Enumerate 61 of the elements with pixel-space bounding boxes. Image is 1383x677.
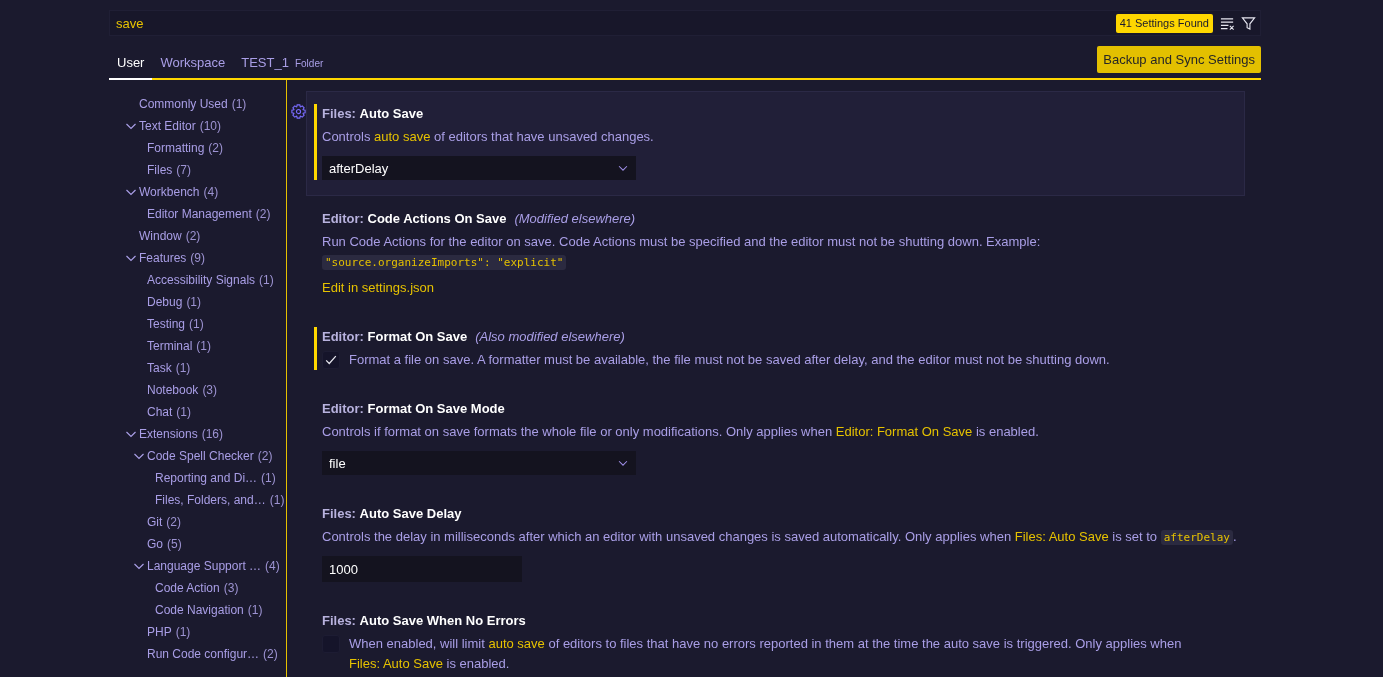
toc-item[interactable]: Window (2): [109, 225, 286, 247]
setting-title: Editor: Format On Save Mode: [322, 400, 505, 418]
toc-item[interactable]: Formatting (2): [109, 137, 286, 159]
setting-title: Editor: Code Actions On Save: [322, 210, 507, 228]
tab[interactable]: User: [109, 46, 153, 80]
text-field[interactable]: 1000: [322, 556, 522, 582]
toc-item[interactable]: Run Code configur… (2): [109, 643, 286, 665]
dropdown[interactable]: file: [322, 451, 636, 475]
code-snippet: "source.organizeImports": "explicit": [322, 255, 567, 270]
toc-item[interactable]: Task (1): [109, 357, 286, 379]
toc-item[interactable]: Reporting and Di… (1): [109, 467, 286, 489]
setting-title: Editor: Format On Save: [322, 328, 468, 346]
toc-item[interactable]: Files (7): [109, 159, 286, 181]
result-count-badge: 41 Settings Found: [1115, 14, 1213, 33]
setting-description: Controls if format on save formats the whole file or only modifications. Only applies when Editor: Format On Save is enabled.: [322, 423, 1040, 441]
toc-item[interactable]: Terminal (1): [109, 335, 286, 357]
setting-description: Controls the delay in milliseconds after which an editor with unsaved changes is saved automatically. Only applies when Files: Auto Save is set to afterDelay .: [322, 528, 1238, 547]
toc-item[interactable]: Features (9): [109, 247, 286, 269]
toc-item[interactable]: Git (2): [109, 511, 286, 533]
toc-item[interactable]: Code Action (3): [109, 577, 286, 599]
setting-link[interactable]: auto save: [488, 636, 545, 651]
setting-link[interactable]: Files: Auto Save: [349, 656, 443, 671]
setting-description: Run Code Actions for the editor on save. Code Actions must be specified and the editor must not be shutting down. Example: "source.organizeImports": "explicit": [322, 233, 1042, 272]
toc-item[interactable]: Text Editor (10): [109, 115, 286, 137]
toc-item[interactable]: Code Spell Checker (2): [109, 445, 286, 467]
toc-item[interactable]: Chat (1): [109, 401, 286, 423]
setting-description: Format a file on save. A formatter must be available, the file must not be saved after delay, and the editor must not be shutting down.: [349, 351, 1110, 369]
modified-note: (Modified elsewhere): [514, 210, 636, 228]
toc-item[interactable]: PHP (1): [109, 621, 286, 643]
setting-link[interactable]: Editor: Format On Save: [835, 424, 973, 439]
tab[interactable]: TEST_1 Folder: [233, 46, 332, 80]
toc-item[interactable]: Testing (1): [109, 313, 286, 335]
setting-link[interactable]: Files: Auto Save: [1014, 529, 1109, 544]
toc-item[interactable]: Notebook (3): [109, 379, 286, 401]
edit-link[interactable]: Edit in settings.json: [322, 278, 434, 298]
gear-icon[interactable]: [291, 104, 306, 119]
setting-title: Files: Auto Save Delay: [322, 505, 462, 523]
toc-item[interactable]: Workbench (4): [109, 181, 286, 203]
toc-item[interactable]: Accessibility Signals (1): [109, 269, 286, 291]
toc-item[interactable]: Extensions (16): [109, 423, 286, 445]
toc-item[interactable]: Language Support … (4): [109, 555, 286, 577]
setting-description: Controls auto save of editors that have unsaved changes.: [322, 128, 655, 146]
toc-item[interactable]: Debug (1): [109, 291, 286, 313]
setting-title: Files: Auto Save: [322, 105, 424, 123]
toc-item[interactable]: Code Navigation (1): [109, 599, 286, 621]
checkbox[interactable]: [322, 351, 340, 369]
toc-item[interactable]: Commonly Used (1): [109, 93, 286, 115]
toc-item[interactable]: Go (5): [109, 533, 286, 555]
backup-sync-button[interactable]: Backup and Sync Settings: [1097, 46, 1261, 73]
code-snippet: afterDelay: [1160, 530, 1233, 545]
modified-note: (Also modified elsewhere): [475, 328, 625, 346]
setting-description: When enabled, will limit auto save of editors to files that have no errors reported in them at the time the auto save is triggered. Only applies when Files: Auto Save is enabled.: [349, 635, 1183, 673]
clear-list-icon[interactable]: [1220, 16, 1235, 31]
toc-item[interactable]: Files, Folders, and… (1): [109, 489, 286, 511]
dropdown[interactable]: afterDelay: [322, 156, 636, 180]
filter-icon[interactable]: [1241, 16, 1256, 31]
check-icon: [324, 353, 338, 367]
setting-link[interactable]: auto save: [374, 129, 431, 144]
setting-title: Files: Auto Save When No Errors: [322, 612, 526, 630]
toc-item[interactable]: Editor Management (2): [109, 203, 286, 225]
tab[interactable]: Workspace: [152, 46, 234, 80]
